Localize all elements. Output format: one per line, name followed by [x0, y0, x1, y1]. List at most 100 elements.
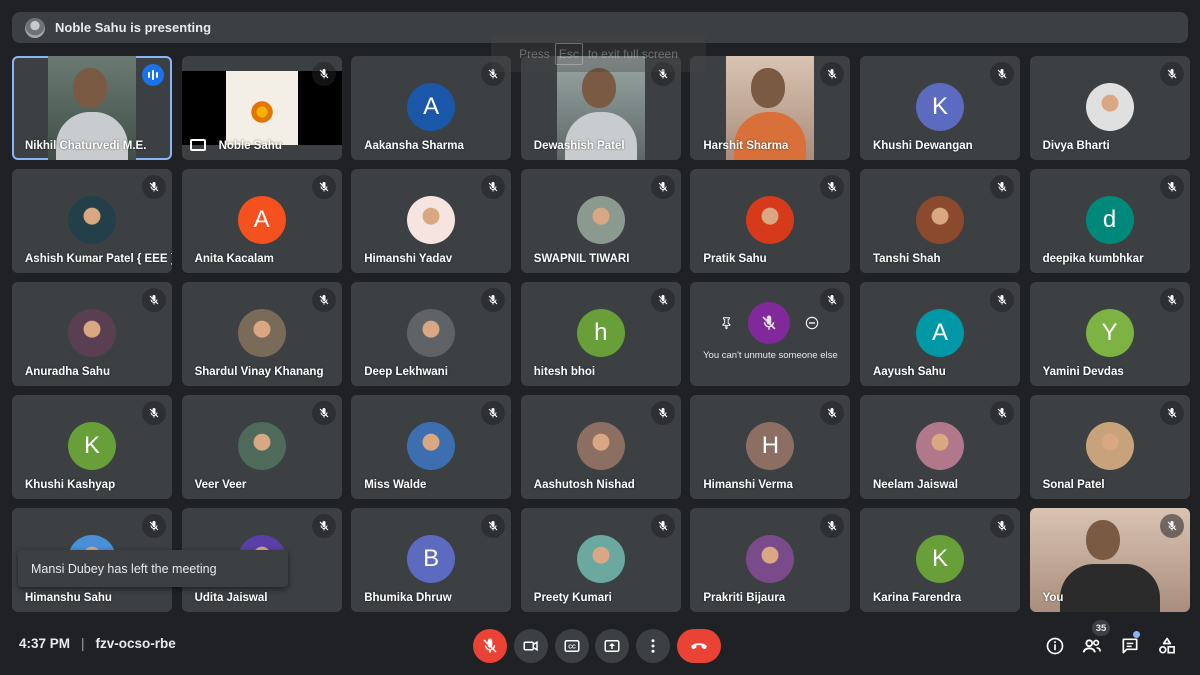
avatar	[407, 196, 456, 244]
activities-button[interactable]	[1154, 633, 1180, 659]
mic-off-icon	[989, 62, 1014, 86]
participant-tile[interactable]: You can't unmute someone else	[690, 282, 851, 386]
participant-tile[interactable]: Divya Bharti	[1029, 56, 1190, 160]
mic-off-icon	[311, 175, 336, 199]
participant-tile[interactable]: d deepika kumbhkar	[1029, 169, 1190, 273]
avatar	[237, 309, 286, 357]
participant-tile[interactable]: SWAPNIL TIWARI	[520, 169, 681, 273]
meeting-info-button[interactable]	[1042, 633, 1068, 659]
participant-tile[interactable]: Veer Veer	[181, 395, 342, 499]
participant-tile[interactable]: B Bhumika Dhruw	[351, 508, 512, 612]
participant-tile[interactable]: Ashish Kumar Patel { EEE }	[12, 169, 172, 273]
participant-tile[interactable]: K Khushi Kashyap	[12, 395, 172, 499]
participant-count-badge: 35	[1092, 620, 1110, 636]
mute-button[interactable]	[748, 301, 791, 344]
participant-name: Deep Lekhwani	[364, 366, 448, 378]
people-button[interactable]	[1079, 633, 1105, 659]
participant-tile[interactable]: K Karina Farendra	[859, 508, 1020, 612]
mic-toggle-button[interactable]	[473, 629, 507, 663]
avatar	[576, 196, 625, 244]
participant-name: Aashutosh Nishad	[533, 479, 635, 491]
participant-tile[interactable]: Deep Lekhwani	[351, 282, 512, 386]
captions-icon: CC	[564, 640, 580, 652]
present-now-button[interactable]	[595, 629, 629, 663]
more-vert-icon	[651, 639, 655, 653]
pin-icon[interactable]	[720, 316, 734, 330]
mic-off-icon	[650, 175, 675, 199]
avatar	[68, 196, 116, 244]
participant-tile[interactable]: h hitesh bhoi	[520, 282, 681, 386]
mic-off-icon	[1159, 175, 1184, 199]
mic-off-icon	[481, 175, 506, 199]
chat-notification-dot	[1133, 631, 1140, 638]
mic-off-icon	[1159, 62, 1184, 86]
participant-name: Himanshi Yadav	[364, 253, 453, 265]
camera-toggle-button[interactable]	[514, 629, 548, 663]
participant-tile[interactable]: H Himanshi Verma	[690, 395, 851, 499]
participant-tile[interactable]: K Khushi Dewangan	[859, 56, 1020, 160]
mic-off-icon	[820, 175, 845, 199]
meeting-details: 4:37 PM | fzv-ocso-rbe	[19, 636, 176, 651]
participant-tile[interactable]: Tanshi Shah	[859, 169, 1020, 273]
participant-tile[interactable]: Noble Sahu	[181, 56, 342, 160]
participant-name: Veer Veer	[194, 479, 247, 491]
fullscreen-hint-key: Esc	[554, 43, 583, 65]
participant-tile[interactable]: Sonal Patel	[1029, 395, 1190, 499]
avatar: H	[746, 422, 795, 470]
details-separator: |	[81, 636, 85, 651]
participant-name: Divya Bharti	[1042, 140, 1110, 152]
participant-tile[interactable]: Shardul Vinay Khanang	[181, 282, 342, 386]
fullscreen-hint: Press Esc to exit full screen	[491, 36, 706, 72]
participant-name: You	[1042, 592, 1064, 604]
participant-tile[interactable]: Prakriti Bijaura	[690, 508, 851, 612]
mic-off-icon	[989, 288, 1014, 312]
camera-icon	[523, 640, 538, 652]
avatar	[407, 309, 456, 357]
participant-tile[interactable]: A Aayush Sahu	[859, 282, 1020, 386]
avatar: K	[68, 422, 116, 470]
participant-tile[interactable]: Harshit Sharma	[690, 56, 851, 160]
avatar	[746, 535, 795, 583]
chat-icon	[1122, 638, 1138, 654]
more-options-button[interactable]	[636, 629, 670, 663]
participant-tile[interactable]: You	[1029, 508, 1190, 612]
participant-tile[interactable]: Nikhil Chaturvedi M.E.	[12, 56, 172, 160]
mic-off-icon	[650, 514, 675, 538]
bottom-bar: 4:37 PM | fzv-ocso-rbe CC 35	[0, 620, 1200, 675]
participant-tile[interactable]: Pratik Sahu	[690, 169, 851, 273]
svg-text:CC: CC	[568, 645, 576, 651]
participant-tile[interactable]: Anuradha Sahu	[12, 282, 172, 386]
participant-tile[interactable]: Himanshi Yadav	[351, 169, 512, 273]
remove-icon[interactable]	[804, 315, 820, 331]
mic-off-icon	[481, 514, 506, 538]
avatar: A	[237, 196, 286, 244]
info-icon	[1046, 637, 1064, 655]
participant-tile[interactable]: A Aakansha Sharma	[351, 56, 512, 160]
avatar: K	[915, 535, 964, 583]
participant-tile[interactable]: Neelam Jaiswal	[859, 395, 1020, 499]
participant-tile[interactable]: A Anita Kacalam	[181, 169, 342, 273]
participant-tile[interactable]: Miss Walde	[351, 395, 512, 499]
participant-name: Himanshu Sahu	[25, 592, 112, 604]
participant-tile[interactable]: Preety Kumari	[520, 508, 681, 612]
captions-button[interactable]: CC	[555, 629, 589, 663]
mic-off-icon	[311, 401, 336, 425]
avatar	[237, 422, 286, 470]
participant-tile[interactable]: Y Yamini Devdas	[1029, 282, 1190, 386]
participant-name: Karina Farendra	[872, 592, 962, 604]
avatar	[915, 196, 964, 244]
participant-tile[interactable]: Aashutosh Nishad	[520, 395, 681, 499]
participant-name: Aayush Sahu	[872, 366, 946, 378]
mic-off-icon	[650, 401, 675, 425]
participant-name: Dewashish Patel	[533, 140, 625, 152]
avatar	[746, 196, 795, 244]
participant-name: Miss Walde	[364, 479, 427, 491]
participant-name: Bhumika Dhruw	[364, 592, 452, 604]
chat-button[interactable]	[1117, 633, 1143, 659]
participant-name: Sonal Patel	[1042, 479, 1105, 491]
avatar	[576, 535, 625, 583]
participant-name: Noble Sahu	[218, 140, 282, 152]
leave-call-button[interactable]	[677, 629, 721, 663]
avatar	[915, 422, 964, 470]
participant-name: hitesh bhoi	[533, 366, 596, 378]
